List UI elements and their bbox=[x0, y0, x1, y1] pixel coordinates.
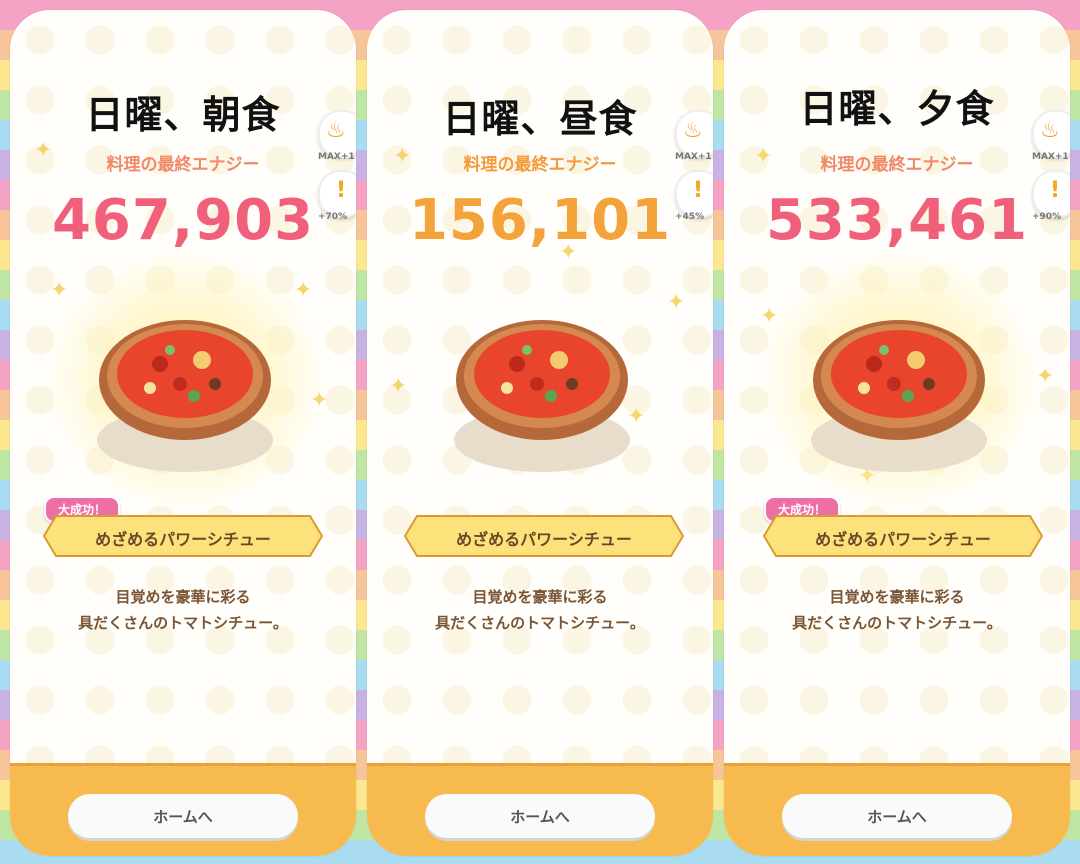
dish-description-line2: 具だくさんのトマトシチュー。 bbox=[78, 614, 288, 632]
tomato-stew-bowl-image bbox=[97, 320, 273, 472]
dish-name: めざめるパワーシチュー bbox=[95, 530, 271, 549]
meal-result-panel-breakfast: 日曜、朝食 料理の最終エナジー 467,903 ♨ MAX+1 ! +70% ✦… bbox=[10, 10, 356, 856]
page-title: 日曜、朝食 bbox=[85, 93, 281, 137]
sparkle-icon: ✦ bbox=[294, 278, 313, 303]
energy-value: 533,461 bbox=[765, 188, 1029, 253]
exclamation-icon: ! bbox=[693, 178, 704, 203]
energy-label: 料理の最終エナジー bbox=[463, 155, 617, 175]
dish-description-line1: 目覚めを豪華に彩る bbox=[115, 588, 251, 606]
sparkle-icon: ✦ bbox=[393, 144, 412, 169]
energy-value: 156,101 bbox=[408, 188, 672, 253]
sparkle-icon: ✦ bbox=[754, 144, 773, 169]
tomato-stew-bowl-image bbox=[811, 320, 987, 472]
home-button[interactable]: ホームへ bbox=[782, 794, 1012, 838]
dish-name-ribbon: めざめるパワーシチュー bbox=[403, 514, 685, 558]
tomato-stew-bowl-image bbox=[454, 320, 630, 472]
exclamation-icon: ! bbox=[336, 178, 347, 203]
footer-bar: ホームへ bbox=[10, 763, 356, 856]
energy-label: 料理の最終エナジー bbox=[106, 155, 260, 175]
dish-name-ribbon: めざめるパワーシチュー bbox=[762, 514, 1044, 558]
pot-icon: ♨ bbox=[1040, 118, 1060, 143]
dish-name-ribbon: めざめるパワーシチュー bbox=[42, 514, 324, 558]
energy-value: 467,903 bbox=[51, 188, 315, 253]
pot-icon: ♨ bbox=[326, 118, 346, 143]
home-button[interactable]: ホームへ bbox=[68, 794, 298, 838]
dish-name: めざめるパワーシチュー bbox=[815, 530, 991, 549]
pot-capacity-caption: MAX+1 bbox=[1032, 152, 1069, 162]
dish-description-line1: 目覚めを豪華に彩る bbox=[829, 588, 965, 606]
pot-capacity-badge[interactable]: ♨ MAX+1 bbox=[318, 110, 356, 162]
home-button[interactable]: ホームへ bbox=[425, 794, 655, 838]
energy-label: 料理の最終エナジー bbox=[820, 155, 974, 175]
pot-capacity-badge[interactable]: ♨ MAX+1 bbox=[675, 110, 713, 162]
pot-icon: ♨ bbox=[683, 118, 703, 143]
footer-bar: ホームへ bbox=[724, 763, 1070, 856]
energy-boost-caption: +70% bbox=[318, 212, 348, 222]
page-title: 日曜、昼食 bbox=[442, 97, 638, 141]
dish-description-line1: 目覚めを豪華に彩る bbox=[472, 588, 608, 606]
sparkle-icon: ✦ bbox=[50, 278, 69, 303]
energy-boost-badge[interactable]: ! +90% bbox=[1032, 170, 1070, 222]
energy-boost-badge[interactable]: ! +70% bbox=[318, 170, 356, 222]
sparkle-icon: ✦ bbox=[667, 290, 686, 315]
meal-result-panel-dinner: 日曜、夕食 料理の最終エナジー 533,461 ♨ MAX+1 ! +90% ✦… bbox=[724, 10, 1070, 856]
page-title: 日曜、夕食 bbox=[799, 87, 995, 131]
pot-capacity-caption: MAX+1 bbox=[675, 152, 712, 162]
sparkle-icon: ✦ bbox=[389, 374, 408, 399]
sparkle-icon: ✦ bbox=[34, 138, 53, 163]
meal-result-panel-lunch: 日曜、昼食 料理の最終エナジー 156,101 ♨ MAX+1 ! +45% ✦… bbox=[367, 10, 713, 856]
energy-boost-caption: +90% bbox=[1032, 212, 1062, 222]
footer-bar: ホームへ bbox=[367, 763, 713, 856]
energy-boost-caption: +45% bbox=[675, 212, 705, 222]
exclamation-icon: ! bbox=[1050, 178, 1061, 203]
pot-capacity-caption: MAX+1 bbox=[318, 152, 355, 162]
energy-boost-badge[interactable]: ! +45% bbox=[675, 170, 713, 222]
pot-capacity-badge[interactable]: ♨ MAX+1 bbox=[1032, 110, 1070, 162]
dish-description-line2: 具だくさんのトマトシチュー。 bbox=[435, 614, 645, 632]
dish-description-line2: 具だくさんのトマトシチュー。 bbox=[792, 614, 1002, 632]
sparkle-icon: ✦ bbox=[559, 240, 578, 265]
dish-name: めざめるパワーシチュー bbox=[456, 530, 632, 549]
